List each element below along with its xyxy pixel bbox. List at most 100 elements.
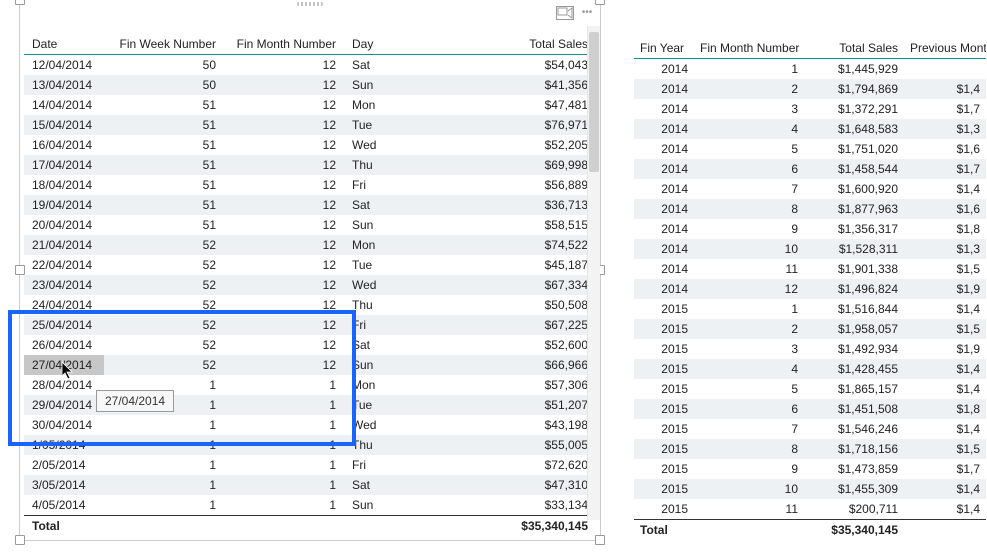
cell[interactable]: $1,9 — [904, 339, 986, 359]
cell[interactable]: 29/04/2014 — [24, 395, 104, 415]
cell[interactable]: 2014 — [634, 279, 694, 299]
cell[interactable]: 12 — [224, 335, 344, 355]
table-row[interactable]: 20159$1,473,859$1,7 — [634, 459, 986, 479]
cell[interactable]: 3 — [694, 99, 804, 119]
cell[interactable]: $1,528,311 — [804, 239, 904, 259]
cell[interactable]: Fri — [344, 175, 424, 195]
table-row[interactable]: 16/04/20145112Wed$52,205 — [24, 135, 596, 155]
cell[interactable]: $1,428,455 — [804, 359, 904, 379]
cell[interactable]: 12 — [224, 355, 344, 375]
cell[interactable]: $1,958,057 — [804, 319, 904, 339]
cell[interactable]: 12 — [224, 95, 344, 115]
cell[interactable]: Tue — [344, 255, 424, 275]
cell[interactable]: $1,3 — [904, 119, 986, 139]
cell[interactable]: $1,6 — [904, 139, 986, 159]
cell[interactable]: 22/04/2014 — [24, 255, 104, 275]
cell[interactable]: $1,5 — [904, 259, 986, 279]
resize-handle[interactable] — [15, 0, 25, 5]
cell[interactable]: 51 — [104, 215, 224, 235]
cell[interactable]: 1 — [224, 395, 344, 415]
cell[interactable]: Mon — [344, 95, 424, 115]
cell[interactable]: 51 — [104, 115, 224, 135]
table-row[interactable]: 201412$1,496,824$1,9 — [634, 279, 986, 299]
cell[interactable]: $55,005 — [424, 435, 596, 455]
cell[interactable]: 18/04/2014 — [24, 175, 104, 195]
table-row[interactable]: 20145$1,751,020$1,6 — [634, 139, 986, 159]
cell[interactable]: $200,711 — [804, 499, 904, 520]
cell[interactable]: 1 — [104, 455, 224, 475]
cell[interactable]: 13/04/2014 — [24, 75, 104, 95]
cell[interactable]: 1 — [224, 475, 344, 495]
cell[interactable]: $1,718,156 — [804, 439, 904, 459]
cell[interactable]: 15/04/2014 — [24, 115, 104, 135]
cell[interactable]: $52,205 — [424, 135, 596, 155]
cell[interactable]: $50,508 — [424, 295, 596, 315]
cell[interactable]: 12 — [224, 275, 344, 295]
cell[interactable]: $67,334 — [424, 275, 596, 295]
cell[interactable]: 2 — [694, 79, 804, 99]
table-row[interactable]: 14/04/20145112Mon$47,481 — [24, 95, 596, 115]
cell[interactable]: 2014 — [634, 159, 694, 179]
table-row[interactable]: 21/04/20145212Mon$74,522 — [24, 235, 596, 255]
cell[interactable]: $1,7 — [904, 459, 986, 479]
cell[interactable]: 2014 — [634, 219, 694, 239]
cell[interactable]: $56,889 — [424, 175, 596, 195]
cell[interactable]: 16/04/2014 — [24, 135, 104, 155]
cell[interactable]: 8 — [694, 439, 804, 459]
cell[interactable]: 11 — [694, 259, 804, 279]
cell[interactable]: 20/04/2014 — [24, 215, 104, 235]
cell[interactable]: 50 — [104, 55, 224, 76]
cell[interactable]: $1,516,844 — [804, 299, 904, 319]
table-row[interactable]: 201511$200,711$1,4 — [634, 499, 986, 520]
cell[interactable]: 2014 — [634, 139, 694, 159]
cell[interactable]: Thu — [344, 155, 424, 175]
cell[interactable]: 1 — [224, 415, 344, 435]
col-total-sales-r[interactable]: Total Sales — [804, 38, 904, 59]
scrollbar-vertical[interactable] — [587, 26, 600, 520]
cell[interactable]: 6 — [694, 399, 804, 419]
cell[interactable]: $1,445,929 — [804, 59, 904, 80]
cell[interactable]: $41,356 — [424, 75, 596, 95]
table-row[interactable]: 24/04/20145212Thu$50,508 — [24, 295, 596, 315]
table-row[interactable]: 20144$1,648,583$1,3 — [634, 119, 986, 139]
table-row[interactable]: 20147$1,600,920$1,4 — [634, 179, 986, 199]
cell[interactable]: $1,4 — [904, 379, 986, 399]
cell[interactable]: $1,5 — [904, 319, 986, 339]
table-row[interactable]: 17/04/20145112Thu$69,998 — [24, 155, 596, 175]
cell[interactable]: 4 — [694, 119, 804, 139]
cell[interactable]: 2 — [694, 319, 804, 339]
cell[interactable]: 3/05/2014 — [24, 475, 104, 495]
cell[interactable]: $1,877,963 — [804, 199, 904, 219]
cell[interactable]: $1,4 — [904, 479, 986, 499]
cell[interactable]: 5 — [694, 379, 804, 399]
table-row[interactable]: 26/04/20145212Sat$52,600 — [24, 335, 596, 355]
cell[interactable]: 2015 — [634, 379, 694, 399]
cell[interactable]: Sat — [344, 195, 424, 215]
table-row[interactable]: 25/04/20145212Fri$67,225 — [24, 315, 596, 335]
cell[interactable]: $1,901,338 — [804, 259, 904, 279]
cell[interactable]: 12 — [224, 195, 344, 215]
cell[interactable]: $72,620 — [424, 455, 596, 475]
cell[interactable]: $67,225 — [424, 315, 596, 335]
table-row[interactable]: 20157$1,546,246$1,4 — [634, 419, 986, 439]
table-row[interactable]: 20154$1,428,455$1,4 — [634, 359, 986, 379]
cell[interactable]: 7 — [694, 419, 804, 439]
col-previous-month[interactable]: Previous Month — [904, 38, 986, 59]
cell[interactable]: Sun — [344, 75, 424, 95]
drag-handle-icon[interactable] — [297, 2, 323, 6]
focus-mode-icon[interactable] — [556, 6, 574, 20]
cell[interactable]: 2015 — [634, 459, 694, 479]
scrollbar-thumb[interactable] — [589, 32, 599, 172]
cell[interactable]: $1,458,544 — [804, 159, 904, 179]
cell[interactable]: 12 — [224, 75, 344, 95]
cell[interactable]: $1,9 — [904, 279, 986, 299]
cell[interactable]: $74,522 — [424, 235, 596, 255]
cell[interactable]: 2014 — [634, 259, 694, 279]
cell[interactable]: 17/04/2014 — [24, 155, 104, 175]
cell[interactable]: $1,372,291 — [804, 99, 904, 119]
cell[interactable]: 1 — [224, 375, 344, 395]
table-row[interactable]: 20156$1,451,508$1,8 — [634, 399, 986, 419]
cell[interactable]: 1 — [694, 299, 804, 319]
table-row[interactable]: 20143$1,372,291$1,7 — [634, 99, 986, 119]
cell[interactable]: 12 — [224, 215, 344, 235]
